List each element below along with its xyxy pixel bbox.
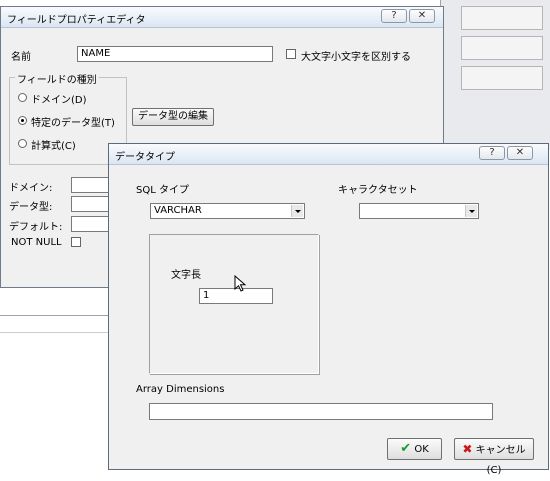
radio-domain[interactable] xyxy=(18,93,27,102)
chevron-down-icon xyxy=(291,205,303,217)
sql-type-select[interactable]: VARCHAR xyxy=(150,203,305,219)
domain-label: ドメイン: xyxy=(9,183,53,194)
help-icon: ? xyxy=(489,147,495,158)
background-divider xyxy=(0,315,120,316)
mouse-cursor-icon xyxy=(234,275,247,292)
close-icon: ✕ xyxy=(417,10,427,21)
datatype-input[interactable] xyxy=(71,196,111,212)
ok-label: OK xyxy=(414,444,429,455)
length-label: 文字長 xyxy=(171,270,201,281)
default-input[interactable] xyxy=(71,216,111,232)
field-kind-group-label: フィールドの種別 xyxy=(15,71,99,86)
not-null-checkbox[interactable] xyxy=(71,237,81,247)
datatype-titlebar: データタイプ ? ✕ xyxy=(109,144,548,165)
radio-domain-label: ドメイン(D) xyxy=(31,95,87,106)
charset-label: キャラクタセット xyxy=(338,185,418,196)
datatype-dialog: データタイプ ? ✕ SQL タイプ VARCHAR キャラクタセット 文字長 … xyxy=(108,143,549,476)
background-window-panel xyxy=(461,36,543,60)
radio-computed[interactable] xyxy=(18,139,27,148)
help-icon: ? xyxy=(391,10,397,21)
array-dimensions-input[interactable] xyxy=(149,403,493,420)
background-window-panel xyxy=(461,6,543,30)
sql-type-value: VARCHAR xyxy=(154,205,202,216)
radio-specific-type-label: 特定のデータ型(T) xyxy=(31,118,115,129)
datatype-title: データタイプ xyxy=(115,152,175,163)
cancel-label: キャンセル(C) xyxy=(475,445,526,476)
background-window-panel xyxy=(461,66,543,90)
default-label: デフォルト: xyxy=(9,222,63,233)
sql-type-label: SQL タイプ xyxy=(136,185,189,196)
ok-button[interactable]: ✔ OK xyxy=(387,438,442,460)
radio-computed-label: 計算式(C) xyxy=(31,141,76,152)
domain-input[interactable] xyxy=(71,177,111,193)
field-editor-title: フィールドプロパティエディタ xyxy=(7,15,146,26)
cancel-x-icon: ✖ xyxy=(462,442,473,456)
charset-select[interactable] xyxy=(359,203,479,219)
check-icon: ✔ xyxy=(400,441,412,456)
close-icon: ✕ xyxy=(515,147,525,158)
background-window xyxy=(440,0,550,150)
background-divider xyxy=(0,332,120,333)
length-panel xyxy=(149,234,319,374)
help-button[interactable]: ? xyxy=(381,9,407,23)
edit-datatype-button[interactable]: データ型の編集 xyxy=(132,108,214,126)
array-dimensions-label: Array Dimensions xyxy=(136,384,225,395)
name-label: 名前 xyxy=(11,52,31,63)
not-null-label: NOT NULL xyxy=(11,237,62,248)
datatype-label: データ型: xyxy=(9,202,53,213)
name-input[interactable]: NAME xyxy=(77,46,273,62)
cancel-button[interactable]: ✖ キャンセル(C) xyxy=(454,438,534,476)
close-button[interactable]: ✕ xyxy=(409,9,435,23)
radio-specific-type[interactable] xyxy=(18,116,27,125)
case-sensitive-label: 大文字小文字を区別する xyxy=(301,52,411,63)
case-sensitive-checkbox[interactable] xyxy=(286,49,296,59)
help-button[interactable]: ? xyxy=(479,146,505,160)
field-editor-titlebar: フィールドプロパティエディタ ? ✕ xyxy=(1,7,443,28)
close-button[interactable]: ✕ xyxy=(507,146,533,160)
chevron-down-icon xyxy=(465,205,477,217)
